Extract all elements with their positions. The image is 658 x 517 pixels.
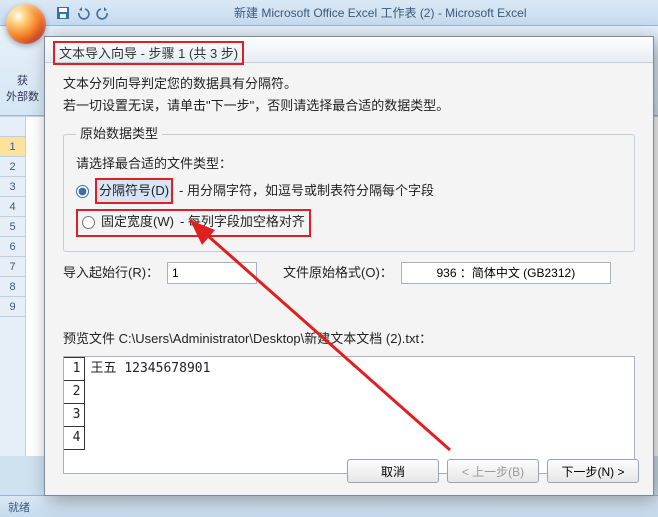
choose-file-type-prompt: 请选择最合适的文件类型：: [76, 153, 622, 175]
next-button[interactable]: 下一步(N) >: [547, 459, 639, 483]
group-legend: 原始数据类型: [76, 123, 162, 145]
radio-fixed-width-desc: - 每列字段加空格对齐: [180, 211, 305, 233]
radio-delimited-desc: - 用分隔字符，如逗号或制表符分隔每个字段: [179, 180, 434, 202]
dialog-title-bar[interactable]: 文本导入向导 - 步骤 1 (共 3 步): [45, 37, 653, 63]
row-header[interactable]: 1: [0, 137, 25, 157]
select-all-cell[interactable]: [0, 117, 25, 137]
preview-table: 1王五 12345678901 2 3 4: [64, 357, 216, 450]
preview-line-text: 王五 12345678901: [84, 357, 216, 380]
dialog-button-bar: 取消 < 上一步(B) 下一步(N) >: [347, 459, 639, 483]
row-header[interactable]: 4: [0, 197, 25, 217]
status-text: 就绪: [8, 502, 30, 514]
text-import-wizard-dialog: 文本导入向导 - 步骤 1 (共 3 步) 文本分列向导判定您的数据具有分隔符。…: [44, 36, 654, 496]
radio-delimited[interactable]: [76, 185, 89, 198]
row-header[interactable]: 7: [0, 257, 25, 277]
row-headers: 1 2 3 4 5 6 7 8 9: [0, 117, 26, 456]
row-header[interactable]: 3: [0, 177, 25, 197]
redo-icon[interactable]: [94, 4, 112, 22]
preview-label: 预览文件 C:\Users\Administrator\Desktop\新建文本…: [63, 328, 635, 350]
row-header[interactable]: 9: [0, 297, 25, 317]
office-button[interactable]: [6, 4, 46, 44]
excel-title-bar: 新建 Microsoft Office Excel 工作表 (2) - Micr…: [0, 0, 658, 26]
undo-icon[interactable]: [74, 4, 92, 22]
ribbon-group-line1: 获: [6, 72, 39, 88]
preview-line-text: [84, 403, 216, 426]
preview-line-number: 1: [64, 357, 84, 380]
preview-panel: 1王五 12345678901 2 3 4: [63, 356, 635, 474]
original-data-type-group: 原始数据类型 请选择最合适的文件类型： 分隔符号(D) - 用分隔字符，如逗号或…: [63, 123, 635, 251]
dialog-title: 文本导入向导 - 步骤 1 (共 3 步): [53, 41, 244, 65]
radio-fixed-width[interactable]: [82, 216, 95, 229]
dialog-body: 文本分列向导判定您的数据具有分隔符。 若一切设置无误，请单击"下一步"，否则请选…: [45, 63, 653, 484]
preview-line-number: 2: [64, 380, 84, 403]
preview-row: 2: [64, 380, 216, 403]
preview-row: 1王五 12345678901: [64, 357, 216, 380]
intro-line-1: 文本分列向导判定您的数据具有分隔符。: [63, 73, 635, 95]
window-title: 新建 Microsoft Office Excel 工作表 (2) - Micr…: [234, 4, 527, 21]
radio-delimited-label: 分隔符号(D): [95, 178, 173, 204]
preview-row: 4: [64, 427, 216, 450]
import-start-row-field: 导入起始行(R)： 文件原始格式(O)：: [63, 262, 635, 284]
row-header[interactable]: 5: [0, 217, 25, 237]
cancel-button[interactable]: 取消: [347, 459, 439, 483]
start-row-label: 导入起始行(R)：: [63, 262, 159, 284]
start-row-input[interactable]: [167, 262, 257, 284]
intro-line-2: 若一切设置无误，请单击"下一步"，否则请选择最合适的数据类型。: [63, 95, 635, 117]
radio-fixed-width-label: 固定宽度(W): [101, 211, 174, 233]
back-button[interactable]: < 上一步(B): [447, 459, 539, 483]
radio-delimited-row[interactable]: 分隔符号(D) - 用分隔字符，如逗号或制表符分隔每个字段: [76, 178, 622, 204]
row-header[interactable]: 6: [0, 237, 25, 257]
radio-fixed-width-row[interactable]: 固定宽度(W) - 每列字段加空格对齐: [82, 211, 305, 233]
preview-line-text: [84, 427, 216, 450]
file-origin-label: 文件原始格式(O)：: [283, 262, 393, 284]
preview-line-number: 3: [64, 403, 84, 426]
save-icon[interactable]: [54, 4, 72, 22]
file-origin-select[interactable]: [401, 262, 611, 284]
preview-line-number: 4: [64, 427, 84, 450]
status-bar: 就绪: [0, 495, 658, 517]
ribbon-group-line2: 外部数: [6, 88, 39, 104]
row-header[interactable]: 2: [0, 157, 25, 177]
preview-row: 3: [64, 403, 216, 426]
row-header[interactable]: 8: [0, 277, 25, 297]
preview-line-text: [84, 380, 216, 403]
ribbon-group-external-data[interactable]: 获 外部数: [6, 72, 39, 104]
